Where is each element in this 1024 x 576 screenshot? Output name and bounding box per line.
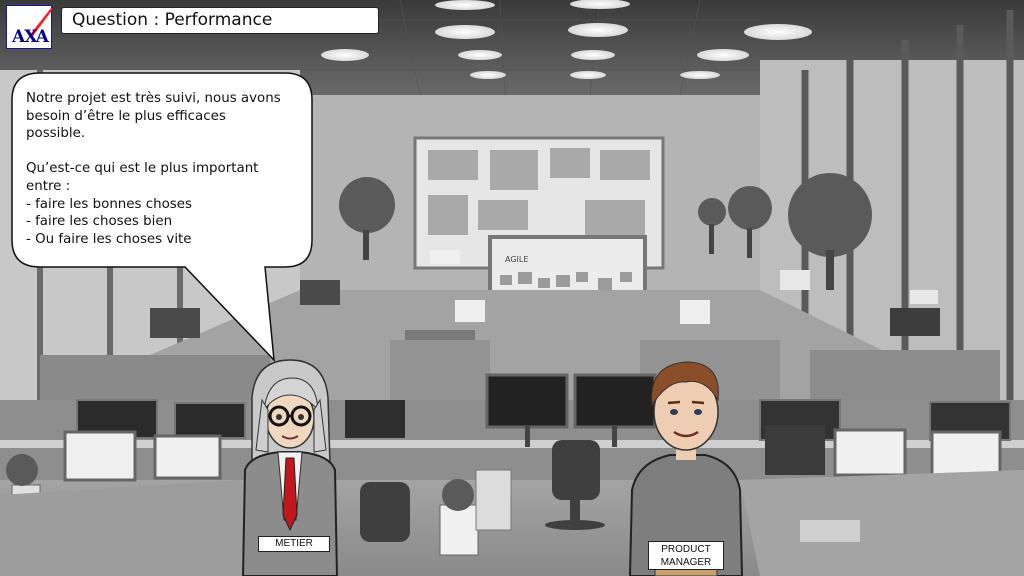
office-background: AGILE: [0, 0, 1024, 576]
product-manager-label-line2: MANAGER: [660, 557, 712, 568]
dialogue-line: - Ou faire les choses vite: [26, 231, 192, 247]
dialogue-line: Qu’est-ce qui est le plus important: [26, 161, 259, 177]
dialogue-line: Notre projet est très suivi, nous avons: [26, 91, 281, 106]
dialogue-text: Notre projet est très suivi, nous avons …: [26, 90, 296, 248]
logo-text: AXA: [12, 27, 49, 47]
metier-name-tag: METIER: [258, 536, 330, 552]
axa-logo: AXA: [6, 5, 53, 49]
dialogue-line: - faire les bonnes choses: [26, 196, 192, 212]
board-label: AGILE: [505, 255, 528, 264]
dialogue-line: entre :: [26, 178, 71, 194]
question-title: Question : Performance: [61, 7, 379, 34]
dialogue-line: besoin d’être le plus efficaces: [26, 108, 226, 124]
dialogue-line: [26, 143, 296, 161]
product-manager-label-line1: PRODUCT: [661, 544, 711, 555]
product-manager-name-tag: PRODUCT MANAGER: [648, 541, 724, 570]
dialogue-line: - faire les choses bien: [26, 214, 173, 230]
dialogue-line: possible.: [26, 126, 86, 142]
